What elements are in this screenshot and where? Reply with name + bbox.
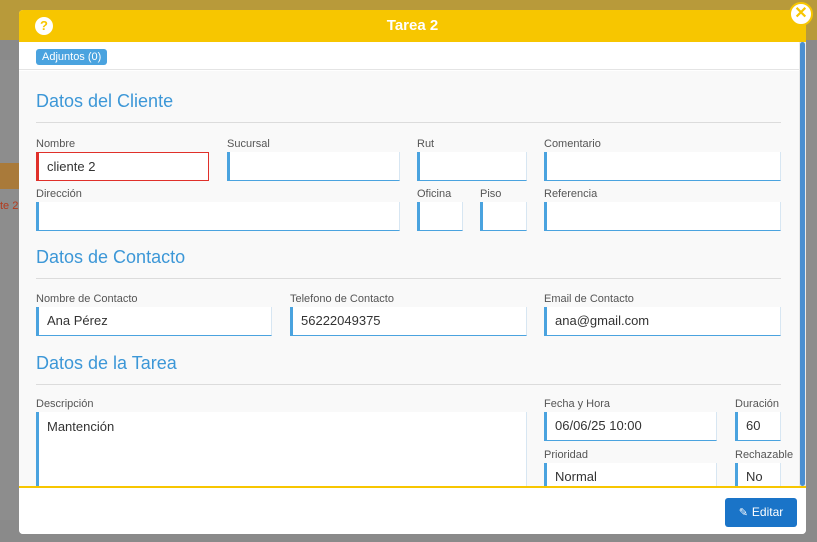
comentario-field[interactable] [544, 152, 781, 181]
contact-name-field[interactable]: Ana Pérez [36, 307, 272, 336]
comentario-label: Comentario [544, 138, 601, 150]
section-divider [36, 384, 781, 385]
priority-label: Prioridad [544, 449, 589, 461]
rejectable-label: Rechazable [735, 449, 794, 461]
modal-scrollbar[interactable] [799, 42, 806, 486]
nombre-field[interactable]: cliente 2 [36, 152, 209, 181]
contact-email-field[interactable]: ana@gmail.com [544, 307, 781, 336]
modal-header: Tarea 2 ? [19, 10, 806, 42]
datetime-label: Fecha y Hora [544, 398, 611, 410]
task-modal: Tarea 2 ? Adjuntos (0) Datos del Cliente… [19, 10, 806, 534]
contact-email-label: Email de Contacto [544, 293, 634, 305]
modal-content: Datos del Cliente Nombre cliente 2 Sucur… [19, 71, 806, 486]
attachments-button[interactable]: Adjuntos (0) [36, 49, 108, 65]
datetime-field[interactable]: 06/06/25 10:00 [544, 412, 717, 441]
piso-field[interactable] [480, 202, 527, 231]
section-title-task: Datos de la Tarea [36, 353, 177, 373]
description-textarea[interactable]: Mantención [36, 412, 527, 486]
section-title-client: Datos del Cliente [36, 91, 174, 111]
rut-label: Rut [417, 138, 435, 150]
priority-select[interactable]: Normal [544, 463, 717, 486]
close-icon[interactable]: ✕ [789, 2, 813, 26]
direccion-label: Dirección [36, 188, 82, 200]
modal-title: Tarea 2 [386, 17, 439, 34]
nombre-label: Nombre [36, 138, 76, 150]
sucursal-label: Sucursal [227, 138, 270, 150]
oficina-field[interactable] [417, 202, 463, 231]
edit-button-label: Editar [751, 505, 784, 519]
background-red-text: te 2 [0, 200, 19, 212]
piso-label: Piso [480, 188, 502, 200]
description-label: Descripción [36, 398, 94, 410]
pencil-icon: ✎ [738, 507, 748, 519]
duration-field[interactable]: 60 [735, 412, 781, 441]
background-strip [0, 163, 20, 189]
scroll-thumb[interactable] [800, 42, 805, 486]
modal-toolbar: Adjuntos (0) [19, 42, 806, 70]
oficina-label: Oficina [417, 188, 452, 200]
section-title-contact: Datos de Contacto [36, 247, 186, 267]
referencia-label: Referencia [544, 188, 598, 200]
modal-footer: ✎ Editar [19, 486, 806, 534]
help-icon[interactable]: ? [35, 17, 53, 35]
sucursal-field[interactable] [227, 152, 400, 181]
rut-field[interactable] [417, 152, 527, 181]
contact-phone-field[interactable]: 56222049375 [290, 307, 527, 336]
duration-label: Duración [735, 398, 780, 410]
direccion-field[interactable] [36, 202, 400, 231]
contact-phone-label: Telefono de Contacto [290, 293, 394, 305]
section-divider [36, 278, 781, 279]
edit-button[interactable]: ✎ Editar [725, 498, 797, 527]
rejectable-select[interactable]: No [735, 463, 781, 486]
contact-name-label: Nombre de Contacto [36, 293, 138, 305]
section-divider [36, 122, 781, 123]
referencia-field[interactable] [544, 202, 781, 231]
